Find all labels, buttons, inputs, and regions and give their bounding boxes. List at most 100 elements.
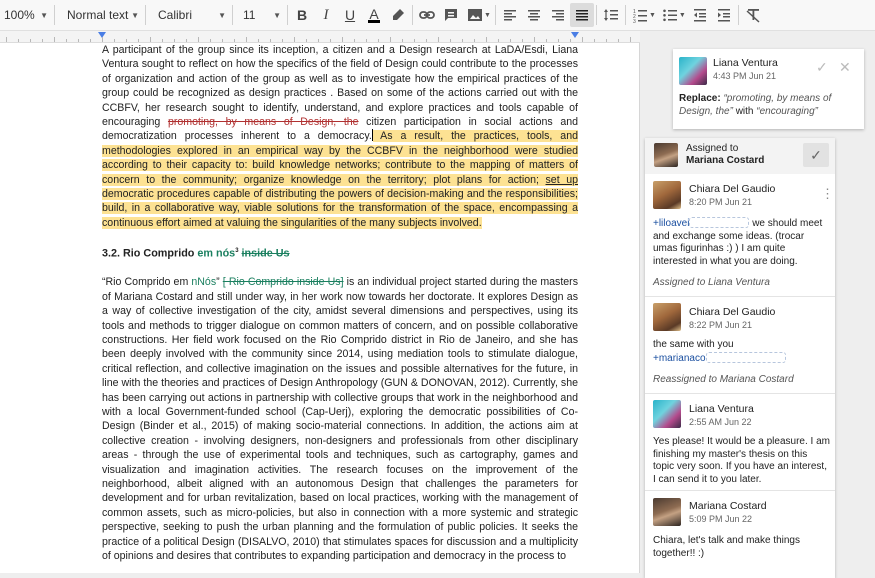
ruler-tick	[318, 39, 319, 42]
reject-suggestion-icon[interactable]: ✕	[839, 59, 851, 76]
align-center-button[interactable]	[522, 3, 546, 27]
paragraph-rio-comprido: “Rio Comprido em nNós” [ Rio Comprido in…	[102, 275, 578, 563]
resolve-button[interactable]: ✓	[803, 143, 829, 167]
comment-timestamp: 5:09 PM Jun 22	[689, 514, 753, 524]
suggested-deletion[interactable]: inside Us	[242, 248, 290, 260]
bold-button[interactable]: B	[290, 3, 314, 27]
suggested-deletion[interactable]: promoting, by means of Design, the	[168, 116, 359, 128]
ruler-tick	[510, 39, 511, 42]
divider	[645, 296, 835, 297]
suggestion-text: Replace: “promoting, by means of Design,…	[679, 93, 859, 118]
replace-label: Replace:	[679, 93, 721, 104]
zoom-dropdown[interactable]: 100% ▼	[0, 3, 52, 27]
ruler-tick	[90, 39, 91, 42]
avatar	[679, 57, 707, 85]
insert-image-button[interactable]	[463, 3, 487, 27]
font-size-dropdown[interactable]: 11 ▼	[235, 3, 285, 27]
ruler-tick	[558, 39, 559, 42]
comment-author: Liana Ventura	[713, 57, 778, 69]
bulleted-list-button[interactable]	[658, 3, 682, 27]
divider	[645, 393, 835, 394]
font-dropdown[interactable]: Calibri ▼	[148, 3, 230, 27]
redacted-email	[705, 351, 786, 363]
highlight-text: democratic procedures capable of distrib…	[102, 188, 578, 229]
ruler-tick	[270, 39, 271, 42]
ruler-tick	[114, 39, 115, 42]
ruler-tick	[78, 39, 79, 42]
insert-comment-button[interactable]	[439, 3, 463, 27]
paragraph-text: is an individual project started during …	[102, 276, 579, 562]
comment-icon	[445, 9, 457, 21]
ruler-tick	[342, 37, 343, 42]
ruler-tick	[606, 39, 607, 42]
replacement-text: “encouraging”	[756, 105, 818, 117]
text-color-button[interactable]: A	[362, 3, 386, 27]
clear-formatting-button[interactable]	[741, 3, 765, 27]
user-mention[interactable]: +liloavei	[653, 218, 689, 229]
user-mention[interactable]: +marianaco	[653, 353, 706, 364]
divider	[494, 5, 496, 25]
avatar	[653, 400, 681, 428]
align-center-icon	[527, 10, 540, 21]
suggestion-card[interactable]: Liana Ventura 4:43 PM Jun 21 ✓ ✕ Replace…	[673, 49, 864, 129]
divider	[595, 5, 597, 25]
ruler-tick	[474, 39, 475, 42]
ruler-tick	[618, 39, 619, 42]
ruler-tick	[126, 39, 127, 42]
increase-indent-button[interactable]	[712, 3, 736, 27]
ruler-tick	[294, 37, 295, 42]
ruler-tick	[42, 39, 43, 42]
style-value: Normal text	[67, 8, 129, 22]
ruler-tick	[522, 39, 523, 42]
divider	[624, 5, 626, 25]
italic-button[interactable]: I	[314, 3, 338, 27]
document-canvas[interactable]: A participant of the group since its inc…	[0, 43, 640, 573]
with-label: with	[735, 105, 754, 117]
divider	[54, 5, 55, 25]
ruler-tick	[306, 39, 307, 42]
ruler-tick	[174, 39, 175, 42]
chevron-down-icon: ▼	[218, 10, 226, 20]
numbered-list-button[interactable]: 123	[628, 3, 652, 27]
suggested-insertion[interactable]: em nós	[197, 248, 235, 260]
commented-text-highlight[interactable]: As a result, the practices, tools, and m…	[102, 130, 578, 229]
line-spacing-button[interactable]	[599, 3, 623, 27]
increase-indent-icon	[717, 9, 730, 22]
assigned-label: Assigned to	[686, 143, 739, 154]
ruler-tick	[330, 39, 331, 42]
suggested-deletion[interactable]: [ Rio Comprido inside Us]	[223, 276, 344, 288]
highlight-color-button[interactable]	[386, 3, 410, 27]
more-options-icon[interactable]: ⋮	[821, 186, 834, 202]
accept-suggestion-icon[interactable]: ✓	[816, 59, 828, 76]
document-body[interactable]: A participant of the group since its inc…	[102, 43, 578, 573]
assignee-name: Mariana Costard	[686, 155, 765, 166]
avatar	[653, 181, 681, 209]
ruler-tick	[534, 37, 535, 42]
align-left-button[interactable]	[498, 3, 522, 27]
ruler-tick	[414, 39, 415, 42]
style-dropdown[interactable]: Normal text ▼	[57, 3, 143, 27]
insert-link-button[interactable]	[415, 3, 439, 27]
underline-button[interactable]: U	[338, 3, 362, 27]
decrease-indent-button[interactable]	[688, 3, 712, 27]
suggested-insertion[interactable]: nNós	[191, 276, 216, 288]
align-right-icon	[551, 10, 564, 21]
footnote-marker[interactable]: 3	[235, 248, 238, 254]
line-spacing-icon	[603, 9, 618, 21]
ruler-tick	[462, 39, 463, 42]
ruler-tick	[210, 39, 211, 42]
ruler-tick	[570, 39, 571, 42]
comment-author: Chiara Del Gaudio	[689, 183, 776, 195]
comment-timestamp: 2:55 AM Jun 22	[689, 417, 752, 427]
ruler[interactable]	[0, 31, 640, 43]
comment-author: Chiara Del Gaudio	[689, 306, 776, 318]
bulleted-list-icon	[663, 9, 677, 22]
redacted-email	[689, 217, 750, 228]
right-indent-marker[interactable]	[571, 32, 579, 38]
justify-button[interactable]	[569, 3, 594, 27]
ruler-tick	[186, 39, 187, 42]
comment-thread-card[interactable]: Assigned to Mariana Costard ✓ Chiara Del…	[645, 138, 835, 578]
align-right-button[interactable]	[546, 3, 570, 27]
ruler-tick	[258, 39, 259, 42]
text-color-icon: A	[368, 5, 380, 23]
